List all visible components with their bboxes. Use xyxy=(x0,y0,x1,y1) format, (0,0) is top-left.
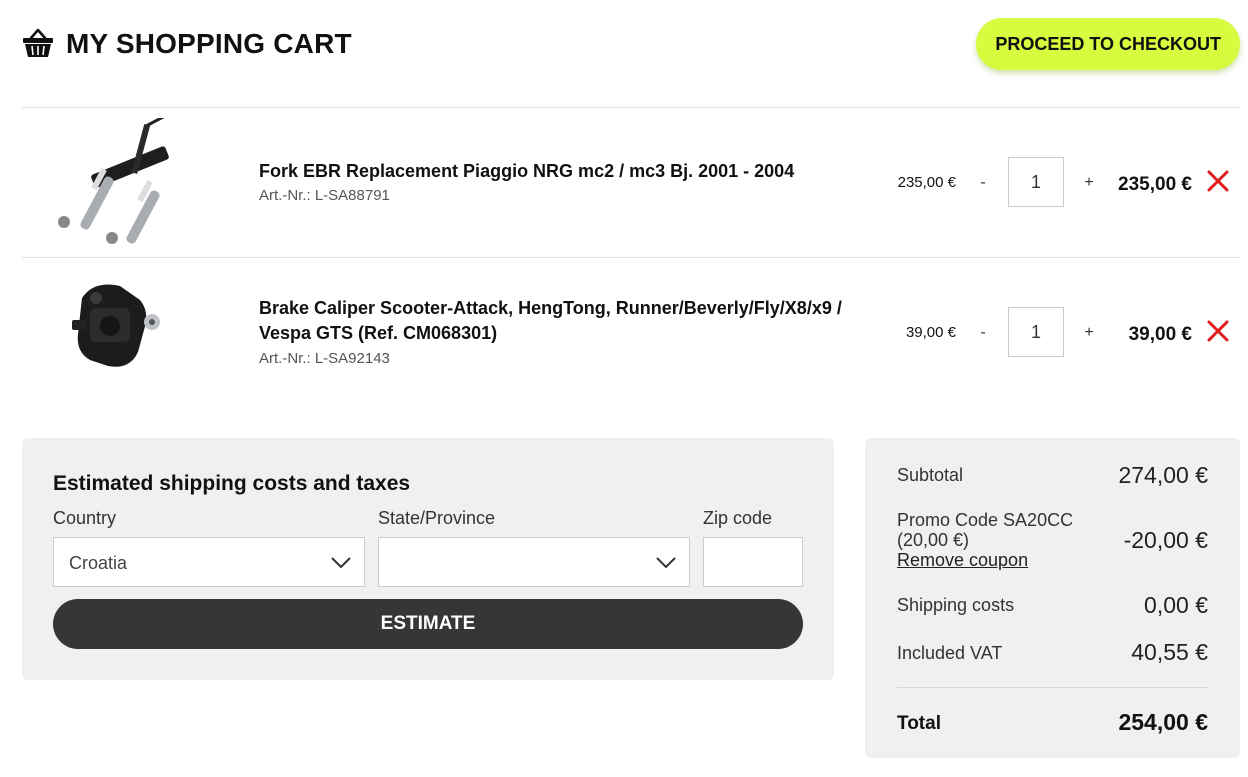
item-name[interactable]: Brake Caliper Scooter-Attack, HengTong, … xyxy=(259,296,889,346)
quantity-increase-button[interactable]: + xyxy=(1079,174,1099,192)
remove-coupon-link[interactable]: Remove coupon xyxy=(897,550,1028,571)
unit-price: 235,00 € xyxy=(897,174,956,191)
estimate-button[interactable]: ESTIMATE xyxy=(53,599,803,649)
item-name[interactable]: Fork EBR Replacement Piaggio NRG mc2 / m… xyxy=(259,159,889,184)
line-total: 235,00 € xyxy=(1118,174,1192,195)
cart-item: Fork EBR Replacement Piaggio NRG mc2 / m… xyxy=(22,108,1240,258)
included-vat-label: Included VAT xyxy=(897,643,1003,663)
country-select-value: Croatia xyxy=(69,553,128,573)
summary-divider xyxy=(897,687,1208,688)
cart-header: MY SHOPPING CART PROCEED TO CHECKOUT xyxy=(22,18,1240,72)
page-title: MY SHOPPING CART xyxy=(66,28,352,59)
remove-item-icon[interactable] xyxy=(1206,319,1230,343)
fork-image[interactable] xyxy=(34,118,179,248)
item-article-number: Art.-Nr.: L-SA92143 xyxy=(259,350,390,367)
item-article-number: Art.-Nr.: L-SA88791 xyxy=(259,187,390,204)
shipping-costs-label: Shipping costs xyxy=(897,595,1015,615)
cart-item: Brake Caliper Scooter-Attack, HengTong, … xyxy=(22,258,1240,408)
state-province-label: State/Province xyxy=(378,508,496,528)
unit-price: 39,00 € xyxy=(905,324,956,341)
chevron-down-icon xyxy=(656,557,676,569)
country-label: Country xyxy=(53,508,117,528)
shipping-costs-value: 0,00 € xyxy=(1144,592,1208,618)
subtotal-value: 274,00 € xyxy=(1118,462,1208,488)
quantity-decrease-button[interactable]: - xyxy=(973,324,993,342)
included-vat-value: 40,55 € xyxy=(1131,639,1208,665)
quantity-decrease-button[interactable]: - xyxy=(973,174,993,192)
line-total: 39,00 € xyxy=(1128,324,1192,345)
subtotal-label: Subtotal xyxy=(897,465,964,485)
promo-discount-value: -20,00 € xyxy=(1123,527,1208,553)
zip-code-input[interactable] xyxy=(703,537,803,587)
quantity-input[interactable] xyxy=(1008,157,1064,207)
state-province-select[interactable] xyxy=(378,537,690,587)
remove-item-icon[interactable] xyxy=(1206,169,1230,193)
quantity-input[interactable] xyxy=(1008,307,1064,357)
country-select[interactable]: Croatia xyxy=(53,537,365,587)
chevron-down-icon xyxy=(331,557,351,569)
shipping-estimate-panel: Estimated shipping costs and taxes Count… xyxy=(22,438,834,680)
promo-code-label: Promo Code SA20CC (20,00 €) xyxy=(897,510,1074,550)
zip-code-label: Zip code xyxy=(703,508,773,528)
order-summary-panel: Subtotal 274,00 € Promo Code SA20CC (20,… xyxy=(865,438,1240,758)
total-label: Total xyxy=(897,713,941,734)
shipping-estimate-title: Estimated shipping costs and taxes xyxy=(53,472,411,495)
basket-icon xyxy=(23,28,53,57)
quantity-increase-button[interactable]: + xyxy=(1079,324,1099,342)
total-value: 254,00 € xyxy=(1118,709,1208,735)
proceed-to-checkout-button[interactable]: PROCEED TO CHECKOUT xyxy=(976,18,1240,70)
brake-caliper-image[interactable] xyxy=(34,268,179,398)
